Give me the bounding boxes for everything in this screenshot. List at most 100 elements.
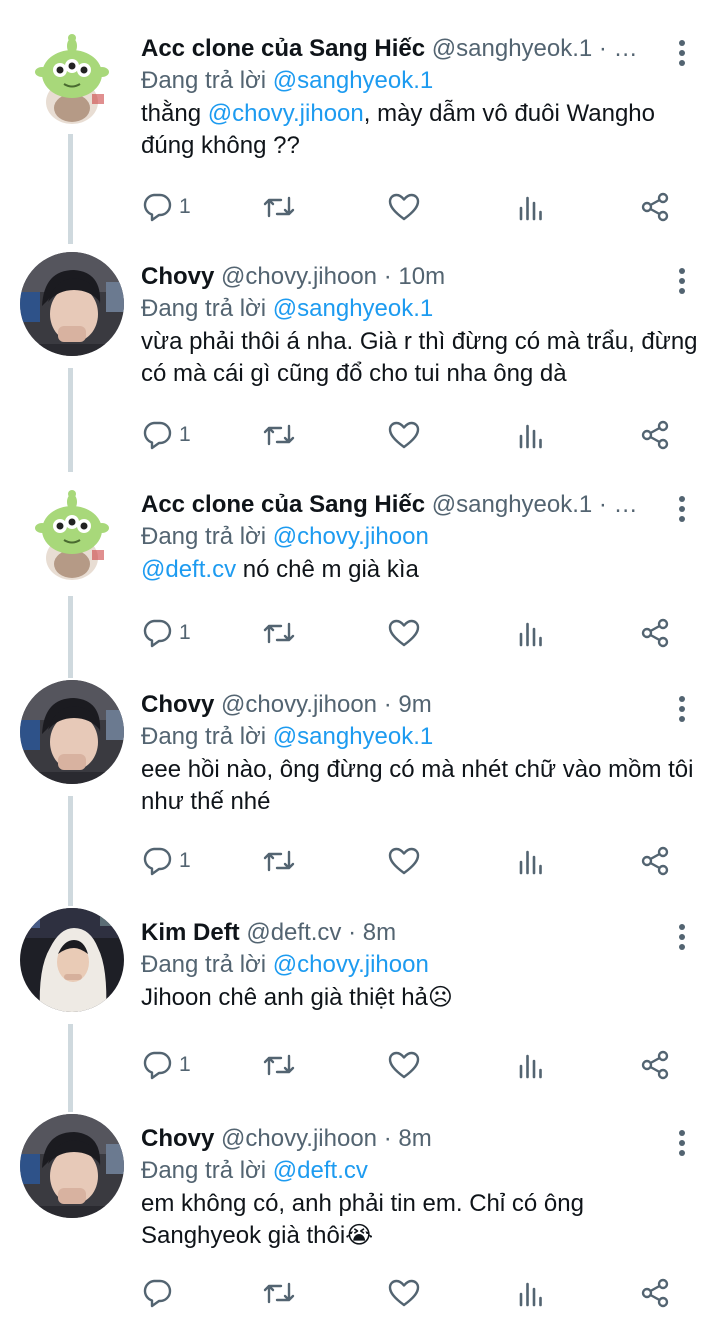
timestamp[interactable]: 10m bbox=[398, 263, 445, 290]
timestamp[interactable]: 9m bbox=[398, 691, 431, 718]
tweet[interactable]: Kim Deft @deft.cv · 8m Đang trả lời @cho… bbox=[0, 908, 720, 1084]
display-name[interactable]: Chovy bbox=[141, 691, 214, 718]
more-options-icon[interactable] bbox=[674, 268, 690, 294]
reply-button[interactable]: 1 bbox=[141, 418, 191, 452]
user-handle[interactable]: @deft.cv bbox=[246, 919, 341, 946]
retweet-button[interactable] bbox=[261, 844, 297, 878]
replying-to-mention[interactable]: @deft.cv bbox=[273, 1157, 368, 1184]
share-button[interactable] bbox=[639, 190, 671, 224]
alien-plush-avatar[interactable] bbox=[20, 24, 124, 128]
user-handle[interactable]: @chovy.jihoon bbox=[221, 1125, 377, 1152]
share-icon bbox=[641, 846, 669, 876]
views-button[interactable] bbox=[517, 418, 545, 452]
more-options-icon[interactable] bbox=[674, 40, 690, 66]
tweet-text-part: nó chê m già kìa bbox=[236, 556, 419, 583]
tweet-text-part: thằng bbox=[141, 100, 208, 127]
more-options-icon[interactable] bbox=[674, 696, 690, 722]
mention-link[interactable]: @chovy.jihoon bbox=[208, 100, 364, 127]
separator-dot: · bbox=[383, 263, 392, 290]
replying-to-mention[interactable]: @chovy.jihoon bbox=[273, 951, 429, 978]
share-button[interactable] bbox=[639, 418, 671, 452]
alien-plush-avatar[interactable] bbox=[20, 480, 124, 584]
reply-button[interactable]: 1 bbox=[141, 616, 191, 650]
views-button[interactable] bbox=[517, 190, 545, 224]
display-name[interactable]: Chovy bbox=[141, 263, 214, 290]
replying-to-label: Đang trả lời bbox=[141, 723, 267, 750]
tweet[interactable]: Chovy @chovy.jihoon · 8m Đang trả lời @d… bbox=[0, 1114, 720, 1322]
user-handle[interactable]: @chovy.jihoon bbox=[221, 691, 377, 718]
timestamp[interactable]: 8m bbox=[398, 1125, 431, 1152]
replying-to-mention[interactable]: @chovy.jihoon bbox=[273, 523, 429, 550]
mention-link[interactable]: @deft.cv bbox=[141, 556, 236, 583]
views-button[interactable] bbox=[517, 616, 545, 650]
chovy-avatar[interactable] bbox=[20, 252, 124, 356]
separator-dot: · bbox=[383, 1125, 392, 1152]
reply-count: 1 bbox=[179, 621, 191, 644]
deft-avatar[interactable] bbox=[20, 908, 124, 1012]
timestamp[interactable]: … bbox=[614, 491, 638, 518]
analytics-icon bbox=[519, 1054, 542, 1079]
timestamp[interactable]: … bbox=[614, 35, 638, 62]
retweet-icon bbox=[263, 850, 295, 872]
action-bar: 1 bbox=[141, 616, 681, 650]
user-handle[interactable]: @chovy.jihoon bbox=[221, 263, 377, 290]
more-options-icon[interactable] bbox=[674, 1130, 690, 1156]
share-button[interactable] bbox=[639, 616, 671, 650]
replying-to-label: Đang trả lời bbox=[141, 67, 267, 94]
share-button[interactable] bbox=[639, 844, 671, 878]
reply-icon bbox=[143, 1279, 172, 1308]
share-button[interactable] bbox=[639, 1048, 671, 1082]
user-handle[interactable]: @sanghyeok.1 bbox=[432, 35, 592, 62]
heart-icon bbox=[388, 1279, 420, 1307]
retweet-icon bbox=[263, 196, 295, 218]
like-button[interactable] bbox=[387, 1276, 421, 1310]
reply-button[interactable]: 1 bbox=[141, 190, 191, 224]
heart-icon bbox=[388, 847, 420, 875]
like-button[interactable] bbox=[387, 1048, 421, 1082]
like-button[interactable] bbox=[387, 616, 421, 650]
like-button[interactable] bbox=[387, 844, 421, 878]
reply-button[interactable]: 1 bbox=[141, 844, 191, 878]
display-name[interactable]: Acc clone của Sang Hiếc bbox=[141, 35, 425, 62]
display-name[interactable]: Kim Deft bbox=[141, 919, 240, 946]
replying-to: Đang trả lời @sanghyeok.1 bbox=[141, 294, 433, 324]
display-name[interactable]: Chovy bbox=[141, 1125, 214, 1152]
retweet-button[interactable] bbox=[261, 1048, 297, 1082]
tweet[interactable]: Acc clone của Sang Hiếc @sanghyeok.1 · …… bbox=[0, 480, 720, 656]
tweet-header: Acc clone của Sang Hiếc @sanghyeok.1 · … bbox=[141, 490, 660, 520]
tweet[interactable]: Chovy @chovy.jihoon · 10m Đang trả lời @… bbox=[0, 252, 720, 458]
user-handle[interactable]: @sanghyeok.1 bbox=[432, 491, 592, 518]
retweet-button[interactable] bbox=[261, 418, 297, 452]
reply-count: 1 bbox=[179, 1053, 191, 1076]
chovy-avatar[interactable] bbox=[20, 1114, 124, 1218]
replying-to-label: Đang trả lời bbox=[141, 951, 267, 978]
reply-icon bbox=[143, 193, 172, 222]
analytics-icon bbox=[519, 196, 542, 221]
retweet-button[interactable] bbox=[261, 1276, 297, 1310]
replying-to-mention[interactable]: @sanghyeok.1 bbox=[273, 295, 433, 322]
timestamp[interactable]: 8m bbox=[363, 919, 396, 946]
display-name[interactable]: Acc clone của Sang Hiếc bbox=[141, 491, 425, 518]
views-button[interactable] bbox=[517, 844, 545, 878]
share-button[interactable] bbox=[639, 1276, 671, 1310]
reply-button[interactable]: 1 bbox=[141, 1048, 191, 1082]
more-options-icon[interactable] bbox=[674, 924, 690, 950]
replying-to: Đang trả lời @chovy.jihoon bbox=[141, 522, 429, 552]
tweet[interactable]: Acc clone của Sang Hiếc @sanghyeok.1 · …… bbox=[0, 24, 720, 230]
views-button[interactable] bbox=[517, 1276, 545, 1310]
like-button[interactable] bbox=[387, 418, 421, 452]
more-options-icon[interactable] bbox=[674, 496, 690, 522]
share-icon bbox=[641, 618, 669, 648]
replying-to-mention[interactable]: @sanghyeok.1 bbox=[273, 723, 433, 750]
replying-to-label: Đang trả lời bbox=[141, 295, 267, 322]
retweet-button[interactable] bbox=[261, 190, 297, 224]
replying-to-mention[interactable]: @sanghyeok.1 bbox=[273, 67, 433, 94]
like-button[interactable] bbox=[387, 190, 421, 224]
reply-icon bbox=[143, 421, 172, 450]
chovy-avatar[interactable] bbox=[20, 680, 124, 784]
analytics-icon bbox=[519, 850, 542, 875]
views-button[interactable] bbox=[517, 1048, 545, 1082]
tweet[interactable]: Chovy @chovy.jihoon · 9m Đang trả lời @s… bbox=[0, 680, 720, 886]
reply-button[interactable] bbox=[141, 1276, 179, 1310]
retweet-button[interactable] bbox=[261, 616, 297, 650]
